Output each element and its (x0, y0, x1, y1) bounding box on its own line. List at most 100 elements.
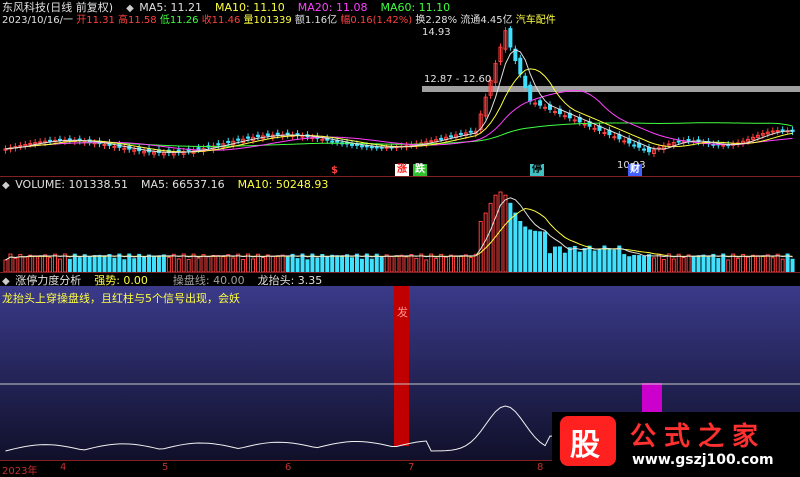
volume-bar (681, 257, 686, 272)
quote-open: 开11.31 (76, 15, 115, 26)
volume-ma10-line (5, 207, 793, 261)
candle (18, 145, 23, 148)
volume-bar (409, 253, 414, 272)
candle (622, 140, 627, 143)
volume-bar (156, 255, 161, 272)
volume-bar (389, 255, 394, 272)
quote-sector[interactable]: 汽车配件 (516, 15, 556, 26)
volume-bar (518, 220, 523, 272)
volume-bar (265, 254, 270, 272)
volume-bar (38, 255, 43, 272)
volume-bar (92, 255, 97, 272)
volume-bar (691, 255, 696, 272)
volume-bar (48, 257, 53, 272)
quote-high: 高11.58 (118, 15, 157, 26)
volume-bar (335, 255, 340, 272)
candle (592, 127, 597, 130)
volume-bar (676, 253, 681, 272)
volume-bar (97, 254, 102, 272)
signal-fa-label: 发 (397, 306, 408, 319)
signal-ting: 停 (530, 164, 544, 176)
volume-chart-panel[interactable] (0, 190, 800, 272)
volume-bar (651, 257, 656, 272)
candle (721, 144, 726, 147)
volume-bar (236, 253, 241, 272)
volume-bar (602, 245, 607, 272)
volume-bar (607, 249, 612, 272)
volume-bar (28, 254, 33, 272)
volume-bar (770, 257, 775, 272)
volume-bar (434, 258, 439, 272)
quote-turnover: 换2.28% (415, 15, 458, 26)
candle (300, 135, 305, 138)
candle (236, 138, 241, 141)
x-axis-month-8: 8 (537, 462, 544, 473)
volume-bar (617, 245, 622, 272)
volume-bar (493, 194, 498, 272)
volume-bar (775, 253, 780, 272)
volume-bar (216, 255, 221, 272)
volume-bar (251, 258, 255, 272)
volume-bar (503, 194, 508, 272)
volume-bar (513, 212, 518, 272)
volume-bar (354, 253, 359, 272)
volume-bar (57, 258, 62, 272)
volume-bar (295, 258, 300, 272)
volume-bar (399, 254, 404, 272)
volume-bar (741, 253, 746, 272)
candle (528, 84, 533, 102)
volume-bar (488, 202, 493, 272)
volume-bar (330, 254, 335, 272)
quote-float: 流通4.45亿 (460, 15, 513, 26)
ma5-line (5, 49, 793, 153)
volume-bar (746, 256, 750, 272)
candle (602, 132, 607, 134)
quote-close: 收11.46 (201, 15, 241, 26)
signal-magenta-bar (642, 383, 662, 413)
volume-bar (255, 253, 260, 272)
candle (275, 132, 280, 136)
volume-bar (538, 231, 543, 272)
volume-bar (533, 230, 538, 272)
candle (246, 136, 251, 139)
site-watermark: 股 公式之家 www.gszj100.com (552, 412, 800, 474)
price-chart-panel[interactable]: 14.93 12.87 - 12.60 10.93 $ 涨 跌 停 财 (0, 26, 800, 176)
quote-date: 2023/10/16/一 (2, 15, 74, 26)
price-chart[interactable] (0, 26, 800, 176)
ma5-readout: MA5: 11.21 (139, 1, 203, 14)
volume-bar (379, 257, 384, 272)
candle (533, 102, 538, 105)
ma10-readout: MA10: 11.10 (215, 1, 285, 14)
quote-low: 低11.26 (159, 15, 199, 26)
volume-bar (557, 246, 562, 272)
volume-bar (290, 253, 295, 272)
candle (780, 129, 785, 132)
candle (359, 145, 364, 148)
volume-bar (790, 258, 795, 272)
volume-bar (449, 254, 453, 272)
volume-bar (43, 254, 48, 272)
resistance-band (422, 86, 800, 92)
candle (196, 147, 201, 150)
volume-bar (736, 257, 741, 272)
volume-bar (142, 256, 147, 272)
candle (330, 140, 335, 143)
volume-bar (468, 257, 473, 272)
volume-bar (696, 255, 701, 272)
volume-bar (523, 226, 528, 272)
candle (632, 144, 637, 147)
candle (582, 123, 587, 126)
candle (642, 148, 647, 151)
volume-chart[interactable] (0, 190, 800, 272)
volume-bar (137, 253, 142, 272)
volume-bar (3, 259, 8, 272)
candle (374, 146, 379, 149)
quote-volume: 量101339 (243, 15, 292, 26)
candle (647, 146, 651, 153)
volume-bar (661, 258, 666, 272)
volume-bar (13, 257, 18, 272)
volume-bar (280, 254, 285, 272)
stock-title[interactable]: 东风科技(日线 前复权) (2, 1, 113, 14)
volume-bar (572, 245, 577, 272)
panel-divider-2 (0, 272, 800, 273)
